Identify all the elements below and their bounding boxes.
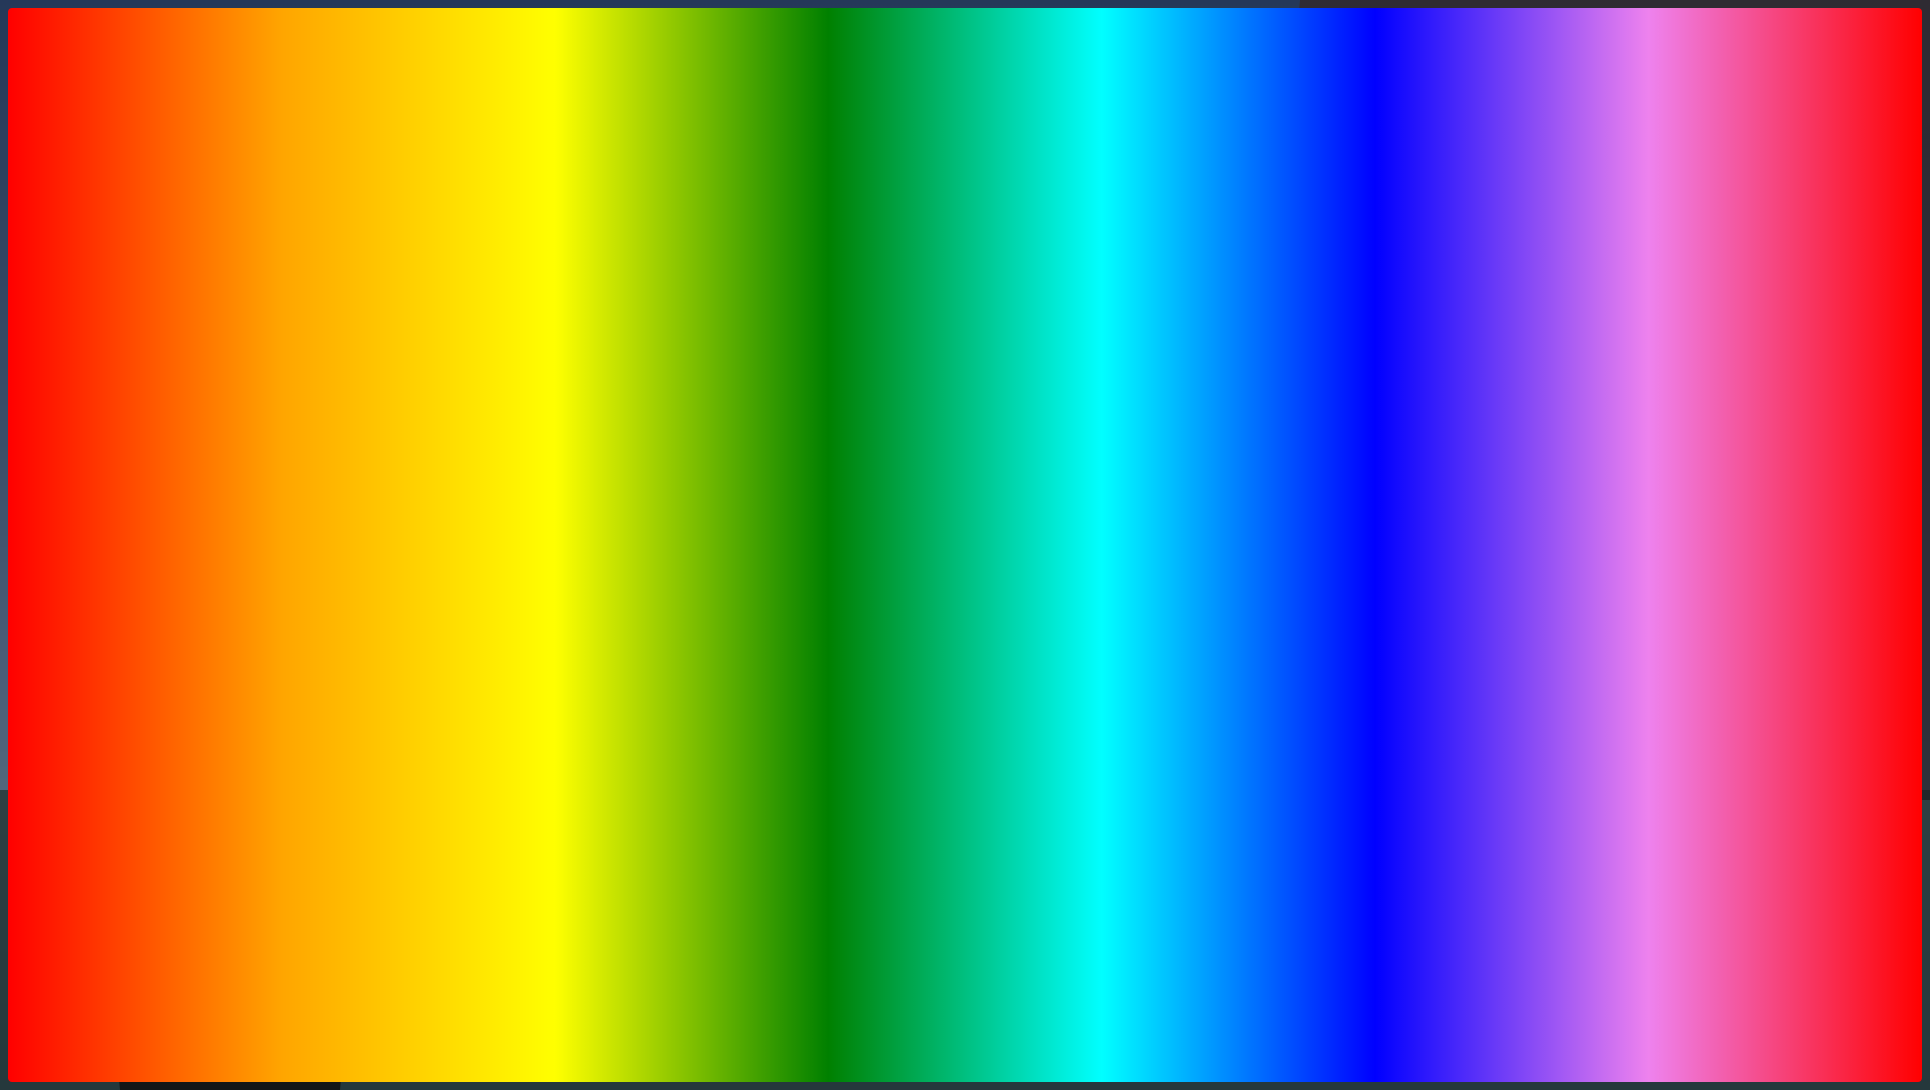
w1-sidebar-item-local-players[interactable]: Local Players — [615, 512, 744, 540]
section-title-1: Auto Farm — [907, 473, 972, 488]
inactive-icon — [625, 408, 638, 421]
toggle-5[interactable] — [1255, 597, 1273, 615]
section-title-0: Main Farm — [907, 423, 1138, 438]
title-blox: BLOX — [60, 18, 512, 202]
sky-icon: 🎅 — [775, 647, 797, 652]
w1-sidebar-item-stats[interactable]: Stats — [615, 428, 744, 456]
sidebar-label: Stats — [643, 435, 670, 449]
active-icon — [625, 492, 638, 505]
window2-titlebar: Specialized — ✕ — [763, 375, 1287, 408]
sky-icon: 🎅 — [627, 547, 649, 569]
toggle-1[interactable] — [1255, 472, 1273, 490]
toggle-4[interactable] — [1255, 568, 1273, 586]
window2-main: Main Farm Click to Box to Farm, I ready u… — [893, 408, 1287, 646]
inactive-icon — [773, 564, 786, 577]
w2-sidebar-item-welcome[interactable]: Welcome — [763, 416, 892, 444]
sidebar-label: Setting — [643, 379, 680, 393]
w1-sidebar-item-raid[interactable]: Raid — [615, 484, 744, 512]
window1-close[interactable]: ✕ — [1097, 281, 1117, 301]
window2-sidebar: Welcome General Setting Item & Quest Stats ES… — [763, 408, 893, 646]
w1-sidebar-item-setting[interactable]: Setting — [615, 372, 744, 400]
window2-title: Specialized — [773, 383, 855, 400]
window1-main-sub: Island : Not Raid — [759, 344, 1113, 358]
w1-sidebar-item-sky[interactable]: 🎅 Sky — [615, 540, 744, 576]
bottom-pastebin: PASTEBIN — [946, 951, 1419, 1060]
window2-close[interactable]: ✕ — [1257, 381, 1277, 401]
mastery-divider: Mastery Menu — [907, 496, 1273, 514]
inactive-icon — [625, 324, 638, 337]
inactive-icon — [625, 352, 638, 365]
sidebar-label: Item & Quest — [791, 507, 861, 521]
w1-sidebar-item-esp[interactable]: ESP — [615, 456, 744, 484]
window1-main-label: Wait For Dungeon — [759, 322, 1113, 338]
bottom-script: SCRIPT — [581, 951, 929, 1060]
w2-sidebar-item-local-players[interactable]: Local Players — [763, 612, 892, 640]
window2-content: Welcome General Setting Item & Quest Stats ES… — [763, 408, 1287, 646]
sidebar-label: Welcome — [791, 423, 841, 437]
w2-sidebar-item-setting[interactable]: Setting — [763, 472, 892, 500]
sidebar-label: ESP — [643, 463, 667, 477]
main-section-4[interactable]: Auto Farm BF Mastery — [907, 563, 1273, 592]
w1-sidebar-item-welcome[interactable]: Welcome — [615, 316, 744, 344]
main-section-5[interactable]: Auto Farm Gun Mastery — [907, 592, 1273, 621]
window1-title: Specialized — [625, 283, 707, 300]
section-title-3: Mastery Menu — [907, 519, 1061, 534]
w2-sidebar-item-esp[interactable]: ESP — [763, 556, 892, 584]
w2-sidebar-item-sky[interactable]: 🎅 Sky — [763, 640, 892, 652]
inactive-icon — [773, 592, 786, 605]
inactive-icon — [773, 620, 786, 633]
sidebar-label: Local Players — [643, 519, 715, 533]
sidebar-label: Local Players — [791, 619, 863, 633]
inactive-icon — [773, 508, 786, 521]
window1-titlebar: Specialized — ✕ — [615, 275, 1127, 308]
blox-fruits-logo: BLOX FRUITS — [1690, 890, 1910, 1070]
inactive-icon — [625, 464, 638, 477]
w2-sidebar-item-stats[interactable]: Stats — [763, 528, 892, 556]
window1-minimize[interactable]: — — [1069, 281, 1089, 301]
inactive-icon — [625, 436, 638, 449]
w1-sidebar-item-general[interactable]: General — [615, 344, 744, 372]
section-sub-0: Click to Box to Farm, I ready update new… — [907, 440, 1138, 451]
window2-controls: — ✕ — [1229, 381, 1277, 401]
sidebar-label: Raid — [643, 491, 669, 505]
sidebar-label: Setting — [791, 479, 828, 493]
window1-sidebar: Welcome General Setting Item & Quest Stats ES… — [615, 308, 745, 576]
w2-sidebar-item-raid[interactable]: Raid — [763, 584, 892, 612]
window2-minimize[interactable]: — — [1229, 381, 1249, 401]
svg-text:BLOX: BLOX — [1780, 1019, 1820, 1034]
sidebar-label: Welcome — [643, 323, 693, 337]
main-section-0: Main Farm Click to Box to Farm, I ready u… — [907, 418, 1273, 467]
bottom-number: 20 — [460, 951, 566, 1060]
w1-sidebar-item-item-&-quest[interactable]: Item & Quest — [615, 400, 744, 428]
window1-controls: — ✕ — [1069, 281, 1117, 301]
section-title-5: Auto Farm Gun Mastery — [907, 598, 1054, 613]
inactive-icon — [773, 424, 786, 437]
sidebar-label: ESP — [791, 563, 815, 577]
window2: Specialized — ✕ Welcome General Setting Ite… — [760, 372, 1290, 652]
section-sub-3: Click To Box to Start Farm Mastery — [907, 536, 1061, 547]
inactive-icon — [625, 380, 638, 393]
w2-sidebar-item-general[interactable]: General — [763, 444, 892, 472]
inactive-icon — [773, 480, 786, 493]
sidebar-label: General — [791, 451, 836, 465]
sidebar-label: Sky — [656, 551, 676, 565]
main-section-1[interactable]: Auto Farm — [907, 467, 1273, 496]
title-fruits: FRUITS — [580, 18, 1170, 202]
active-icon — [773, 452, 786, 465]
svg-text:FRUITS: FRUITS — [1774, 1037, 1826, 1052]
main-section-3: Mastery Menu Click To Box to Start Farm M… — [907, 514, 1273, 563]
section-title-4: Auto Farm BF Mastery — [907, 569, 1046, 584]
sidebar-label: Item & Quest — [643, 407, 713, 421]
sidebar-label: General — [643, 351, 686, 365]
inactive-icon — [773, 536, 786, 549]
sidebar-label: Stats — [791, 535, 818, 549]
bottom-update: UPDATE — [60, 951, 444, 1060]
bottom-text: UPDATE 20 SCRIPT PASTEBIN — [60, 951, 1419, 1060]
sidebar-label: Raid — [791, 591, 816, 605]
inactive-icon — [625, 520, 638, 533]
sidebar-label: Sky — [804, 651, 824, 652]
w2-sidebar-item-item-&-quest[interactable]: Item & Quest — [763, 500, 892, 528]
